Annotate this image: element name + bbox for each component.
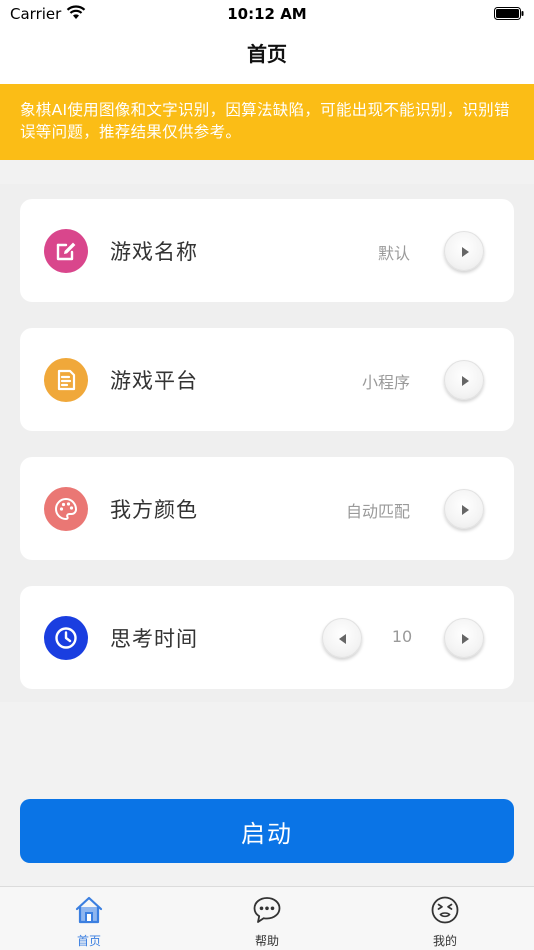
setting-label: 游戏名称	[110, 240, 198, 264]
page-title: 首页	[247, 42, 287, 66]
tab-mine[interactable]: 我的	[385, 887, 505, 950]
status-time: 10:12 AM	[227, 5, 307, 23]
face-icon	[431, 896, 459, 924]
tab-label: 首页	[76, 934, 101, 948]
clock-icon	[44, 616, 88, 660]
document-icon	[44, 358, 88, 402]
next-button[interactable]	[444, 231, 484, 271]
setting-value: 小程序	[361, 373, 410, 392]
setting-my-color[interactable]: 我方颜色 自动匹配	[20, 457, 514, 560]
next-button[interactable]	[444, 360, 484, 400]
setting-value: 自动匹配	[345, 502, 410, 521]
chat-icon	[253, 897, 281, 923]
setting-game-platform[interactable]: 游戏平台 小程序	[20, 328, 514, 431]
think-time-value: 10	[391, 627, 413, 646]
setting-label: 思考时间	[110, 627, 198, 651]
tab-label: 我的	[432, 934, 457, 948]
play-left-icon	[339, 634, 346, 644]
increase-button[interactable]	[444, 618, 484, 658]
play-right-icon	[462, 634, 469, 644]
edit-icon	[44, 229, 88, 273]
setting-label: 我方颜色	[110, 498, 198, 522]
notice-banner: 象棋AI使用图像和文字识别，因算法缺陷，可能出现不能识别，识别错误等问题，推荐结…	[0, 84, 534, 160]
tab-label: 帮助	[254, 934, 279, 948]
setting-think-time: 思考时间 10	[20, 586, 514, 689]
play-right-icon	[462, 505, 469, 515]
tab-home[interactable]: 首页	[29, 887, 149, 950]
nav-bar: 首页	[0, 30, 534, 84]
setting-game-name[interactable]: 游戏名称 默认	[20, 199, 514, 302]
start-button[interactable]: 启动	[20, 799, 514, 863]
setting-value: 默认	[377, 244, 410, 263]
settings-panel: 游戏名称 默认 游戏平台 小程序 我方颜色 自动匹配 思考时间 10	[0, 184, 534, 702]
home-icon	[75, 896, 103, 924]
next-button[interactable]	[444, 489, 484, 529]
play-right-icon	[462, 247, 469, 257]
battery-icon	[494, 7, 524, 20]
palette-icon	[44, 487, 88, 531]
play-right-icon	[462, 376, 469, 386]
status-bar: Carrier 10:12 AM	[0, 0, 534, 30]
decrease-button[interactable]	[322, 618, 362, 658]
tab-help[interactable]: 帮助	[207, 887, 327, 950]
setting-label: 游戏平台	[110, 369, 198, 393]
tab-bar: 首页 帮助 我的	[0, 886, 534, 950]
